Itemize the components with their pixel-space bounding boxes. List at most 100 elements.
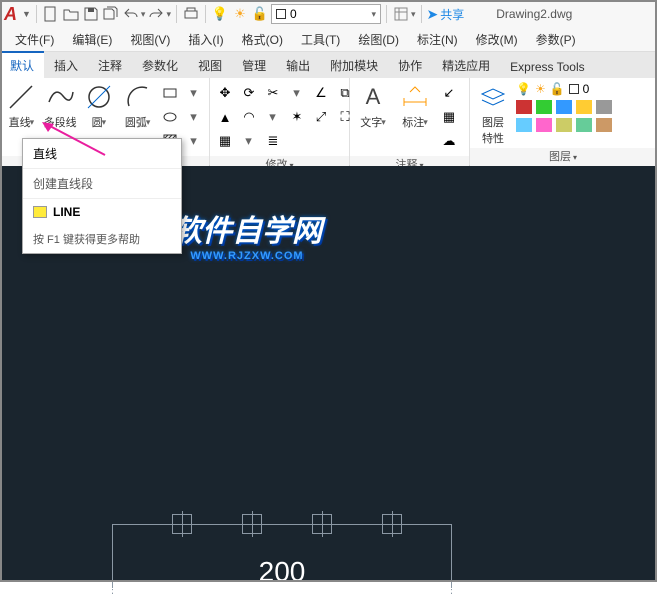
swatch-gray[interactable]	[596, 100, 612, 114]
saveall-icon[interactable]	[102, 5, 120, 23]
offset-icon[interactable]: ≣	[262, 130, 284, 152]
layer-props-label: 图层 特性	[482, 114, 504, 146]
bulb-icon: 💡	[516, 82, 531, 96]
modify-grid: ✥ ⟳ ✂ ▾ ∠ ⧉ ▲ ◠ ▾ ✶ ⤢ ⛶ ▦ ▾ ≣	[212, 80, 358, 154]
save-icon[interactable]	[82, 5, 100, 23]
dim-button[interactable]: 标注▾	[394, 80, 436, 130]
dim-value: 200	[112, 556, 452, 588]
send-icon[interactable]: ➤	[427, 6, 439, 23]
trim-icon[interactable]: ✂	[262, 82, 284, 104]
swatch-olive[interactable]	[556, 118, 572, 132]
layer-swatch	[569, 84, 579, 94]
app-menu-dropdown[interactable]: ▼	[22, 9, 31, 19]
undo-icon[interactable]	[122, 5, 140, 23]
ellipse-dd[interactable]: ▾	[182, 106, 205, 128]
line-button[interactable]: 直线▾	[2, 80, 41, 130]
properties-dropdown[interactable]: ▾	[411, 9, 416, 20]
text-button[interactable]: A 文字▾	[352, 80, 394, 130]
swatch-blue[interactable]	[556, 100, 572, 114]
menu-tools[interactable]: 工具(T)	[292, 31, 349, 48]
marker-1	[172, 514, 192, 534]
layer-name: 0	[290, 7, 297, 21]
swatch-green[interactable]	[536, 100, 552, 114]
tab-default[interactable]: 默认	[0, 51, 44, 78]
tab-featured[interactable]: 精选应用	[432, 53, 500, 78]
menu-draw[interactable]: 绘图(D)	[349, 31, 408, 48]
watermark: 软件自学网 WWW.RJZXW.COM	[172, 206, 322, 262]
menu-insert[interactable]: 插入(I)	[179, 31, 232, 48]
bulb-icon[interactable]: 💡	[211, 5, 229, 23]
menu-edit[interactable]: 编辑(E)	[63, 31, 121, 48]
hatch-dd[interactable]: ▾	[182, 130, 205, 152]
line-tooltip: 直线 创建直线段 LINE 按 F1 键获得更多帮助	[22, 138, 182, 254]
arc-button[interactable]: 圆弧▾	[118, 80, 157, 130]
properties-icon[interactable]	[392, 5, 410, 23]
fillet-icon[interactable]: ◠	[238, 106, 260, 128]
app-logo: A	[4, 4, 17, 25]
redo-dropdown[interactable]: ▾	[166, 9, 171, 20]
sun-icon[interactable]: ☀	[231, 5, 249, 23]
tab-express[interactable]: Express Tools	[500, 56, 594, 78]
ribbon-group-annot: A 文字▾ 标注▾ ↙ ▦ ☁ 注释▾	[350, 78, 470, 165]
polyline-button[interactable]: 多段线	[41, 80, 80, 130]
tab-param[interactable]: 参数化	[132, 53, 188, 78]
new-icon[interactable]	[42, 5, 60, 23]
tooltip-help: 按 F1 键获得更多帮助	[23, 225, 181, 253]
undo-dropdown[interactable]: ▾	[141, 9, 146, 20]
layer-group-label: 图层	[549, 151, 571, 163]
tab-annot[interactable]: 注释	[88, 53, 132, 78]
tooltip-title: 直线	[23, 139, 181, 169]
stretch-icon[interactable]: ⤢	[310, 106, 332, 128]
plot-icon[interactable]	[182, 5, 200, 23]
annot-small: ↙ ▦ ☁	[436, 80, 462, 154]
tab-addons[interactable]: 附加模块	[320, 53, 388, 78]
table-icon[interactable]: ▦	[438, 106, 460, 128]
menu-dim[interactable]: 标注(N)	[408, 31, 467, 48]
swatch-yellow[interactable]	[576, 100, 592, 114]
redo-icon[interactable]	[147, 5, 165, 23]
share-button[interactable]: 共享	[440, 6, 464, 23]
move-icon[interactable]: ✥	[214, 82, 236, 104]
dim-label: 标注	[402, 114, 424, 130]
menu-param[interactable]: 参数(P)	[527, 31, 585, 48]
sun-icon: ☀	[535, 82, 546, 96]
explode-icon[interactable]: ✶	[286, 106, 308, 128]
filename: Drawing2.dwg	[496, 7, 572, 21]
rect-icon[interactable]	[159, 82, 181, 104]
tab-collab[interactable]: 协作	[388, 53, 432, 78]
leader-icon[interactable]: ↙	[438, 82, 460, 104]
tab-view[interactable]: 视图	[188, 53, 232, 78]
lock-icon[interactable]: 🔓	[251, 5, 269, 23]
swatch-teal[interactable]	[576, 118, 592, 132]
tab-output[interactable]: 输出	[276, 53, 320, 78]
layer-combo[interactable]: 0 ▾	[271, 4, 381, 24]
dim-line	[112, 588, 452, 589]
layer-current: 0	[583, 82, 590, 96]
cloud-icon[interactable]: ☁	[438, 130, 460, 152]
rotate-icon[interactable]: ⟳	[238, 82, 260, 104]
line-label: 直线	[9, 114, 31, 130]
erase-icon[interactable]: ∠	[310, 82, 332, 104]
menu-format[interactable]: 格式(O)	[233, 31, 292, 48]
layer-props-button[interactable]: 图层 特性	[472, 80, 514, 146]
swatch-brown[interactable]	[596, 118, 612, 132]
menu-modify[interactable]: 修改(M)	[467, 31, 527, 48]
layer-color-swatch	[276, 9, 286, 19]
open-icon[interactable]	[62, 5, 80, 23]
ribbon-layer-combo[interactable]: 💡 ☀ 🔓 0	[514, 80, 654, 98]
swatch-magenta[interactable]	[536, 118, 552, 132]
polyline-label: 多段线	[44, 114, 77, 130]
menu-view[interactable]: 视图(V)	[121, 31, 179, 48]
rect-dd[interactable]: ▾	[182, 82, 205, 104]
layer-dropdown-icon: ▾	[371, 9, 376, 20]
tab-manage[interactable]: 管理	[232, 53, 276, 78]
array-icon[interactable]: ▦	[214, 130, 236, 152]
swatch-red[interactable]	[516, 100, 532, 114]
menu-file[interactable]: 文件(F)	[6, 31, 63, 48]
tab-insert[interactable]: 插入	[44, 53, 88, 78]
swatch-cyan[interactable]	[516, 118, 532, 132]
mirror-icon[interactable]: ▲	[214, 106, 236, 128]
tooltip-desc: 创建直线段	[23, 169, 181, 199]
ellipse-icon[interactable]	[159, 106, 181, 128]
circle-button[interactable]: 圆▾	[80, 80, 119, 130]
